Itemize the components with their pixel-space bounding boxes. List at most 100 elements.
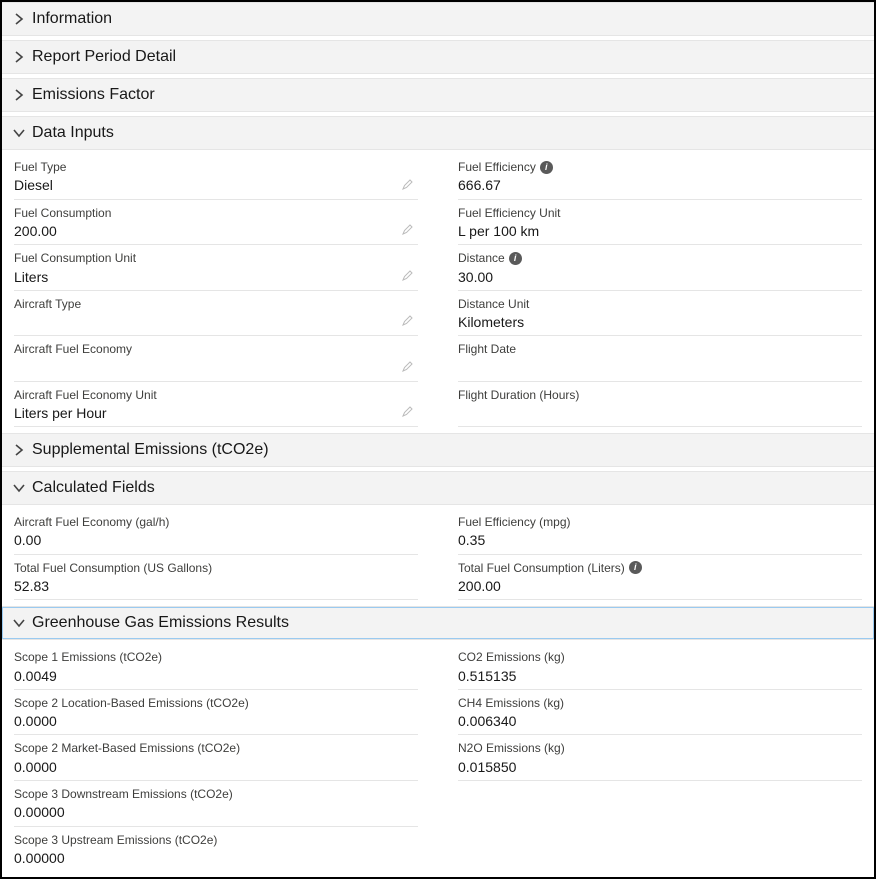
pencil-icon[interactable] <box>402 314 414 329</box>
field-value: Diesel <box>14 176 418 194</box>
section-header-report-period-detail[interactable]: Report Period Detail <box>2 40 874 74</box>
chevron-down-icon <box>12 126 26 140</box>
field-fuel-efficiency-unit[interactable]: Fuel Efficiency Unit L per 100 km <box>458 200 862 246</box>
field-value: 200.00 <box>458 577 862 595</box>
field-label: Fuel Consumption <box>14 206 418 220</box>
field-value: Liters <box>14 268 418 286</box>
field-fuel-type[interactable]: Fuel Type Diesel <box>14 154 418 200</box>
pencil-icon[interactable] <box>402 178 414 193</box>
section-title: Supplemental Emissions (tCO2e) <box>32 441 269 459</box>
field-value: 0.0049 <box>14 667 418 685</box>
field-label: Distance i <box>458 251 862 265</box>
section-title: Data Inputs <box>32 124 114 142</box>
field-label: Fuel Efficiency Unit <box>458 206 862 220</box>
section-header-information[interactable]: Information <box>2 2 874 36</box>
field-scope2-location-emissions: Scope 2 Location-Based Emissions (tCO2e)… <box>14 690 418 736</box>
field-label: N2O Emissions (kg) <box>458 741 862 755</box>
field-total-fuel-consumption-us-gallons: Total Fuel Consumption (US Gallons) 52.8… <box>14 555 418 601</box>
label-text: Total Fuel Consumption (Liters) <box>458 561 625 575</box>
field-label: Aircraft Fuel Economy (gal/h) <box>14 515 418 529</box>
label-text: Fuel Efficiency <box>458 160 536 174</box>
field-label: Aircraft Fuel Economy <box>14 342 418 356</box>
field-value: 0.00 <box>14 531 418 549</box>
field-scope1-emissions: Scope 1 Emissions (tCO2e) 0.0049 <box>14 644 418 690</box>
field-value: Kilometers <box>458 313 862 331</box>
pencil-icon[interactable] <box>402 360 414 375</box>
section-title: Information <box>32 10 112 28</box>
field-distance-unit[interactable]: Distance Unit Kilometers <box>458 291 862 337</box>
field-label: Aircraft Fuel Economy Unit <box>14 388 418 402</box>
field-co2-emissions: CO2 Emissions (kg) 0.515135 <box>458 644 862 690</box>
info-icon[interactable]: i <box>509 252 522 265</box>
field-value: Liters per Hour <box>14 404 418 422</box>
chevron-down-icon <box>12 481 26 495</box>
field-value <box>14 359 418 377</box>
field-scope2-market-emissions: Scope 2 Market-Based Emissions (tCO2e) 0… <box>14 735 418 781</box>
chevron-right-icon <box>12 88 26 102</box>
field-value: 0.00000 <box>14 803 418 821</box>
section-title: Report Period Detail <box>32 48 176 66</box>
section-header-data-inputs[interactable]: Data Inputs <box>2 116 874 150</box>
field-value: 0.00000 <box>14 849 418 867</box>
field-aircraft-fuel-economy-galh: Aircraft Fuel Economy (gal/h) 0.00 <box>14 509 418 555</box>
field-flight-date[interactable]: Flight Date <box>458 336 862 381</box>
chevron-right-icon <box>12 443 26 457</box>
field-fuel-consumption[interactable]: Fuel Consumption 200.00 <box>14 200 418 246</box>
field-value <box>458 359 862 377</box>
field-value: 0.515135 <box>458 667 862 685</box>
info-icon[interactable]: i <box>629 561 642 574</box>
pencil-icon[interactable] <box>402 269 414 284</box>
field-label: Flight Date <box>458 342 862 356</box>
chevron-down-icon <box>12 616 26 630</box>
field-n2o-emissions: N2O Emissions (kg) 0.015850 <box>458 735 862 781</box>
field-label: Scope 2 Location-Based Emissions (tCO2e) <box>14 696 418 710</box>
info-icon[interactable]: i <box>540 161 553 174</box>
field-fuel-efficiency[interactable]: Fuel Efficiency i 666.67 <box>458 154 862 200</box>
field-aircraft-type[interactable]: Aircraft Type <box>14 291 418 336</box>
field-value: 52.83 <box>14 577 418 595</box>
field-label: Total Fuel Consumption (US Gallons) <box>14 561 418 575</box>
pencil-icon[interactable] <box>402 405 414 420</box>
calculated-fields-left-column: Aircraft Fuel Economy (gal/h) 0.00 Total… <box>14 509 418 600</box>
field-label: Total Fuel Consumption (Liters) i <box>458 561 862 575</box>
pencil-icon[interactable] <box>402 223 414 238</box>
field-label: CO2 Emissions (kg) <box>458 650 862 664</box>
data-inputs-right-column: Fuel Efficiency i 666.67 Fuel Efficiency… <box>458 154 862 427</box>
label-text: Distance <box>458 251 505 265</box>
field-label: Fuel Efficiency i <box>458 160 862 174</box>
section-header-calculated-fields[interactable]: Calculated Fields <box>2 471 874 505</box>
field-flight-duration[interactable]: Flight Duration (Hours) <box>458 382 862 427</box>
field-aircraft-fuel-economy-unit[interactable]: Aircraft Fuel Economy Unit Liters per Ho… <box>14 382 418 428</box>
field-value: 666.67 <box>458 176 862 194</box>
field-label: Scope 3 Downstream Emissions (tCO2e) <box>14 787 418 801</box>
calculated-fields-body: Aircraft Fuel Economy (gal/h) 0.00 Total… <box>2 505 874 606</box>
field-ch4-emissions: CH4 Emissions (kg) 0.006340 <box>458 690 862 736</box>
field-value: L per 100 km <box>458 222 862 240</box>
section-title: Calculated Fields <box>32 479 155 497</box>
field-distance[interactable]: Distance i 30.00 <box>458 245 862 291</box>
field-aircraft-fuel-economy[interactable]: Aircraft Fuel Economy <box>14 336 418 381</box>
field-fuel-efficiency-mpg: Fuel Efficiency (mpg) 0.35 <box>458 509 862 555</box>
field-label: Scope 3 Upstream Emissions (tCO2e) <box>14 833 418 847</box>
ghg-results-body: Scope 1 Emissions (tCO2e) 0.0049 Scope 2… <box>2 640 874 877</box>
field-label: Aircraft Type <box>14 297 418 311</box>
section-header-supplemental-emissions[interactable]: Supplemental Emissions (tCO2e) <box>2 433 874 467</box>
field-value: 0.015850 <box>458 758 862 776</box>
field-scope3-upstream-emissions: Scope 3 Upstream Emissions (tCO2e) 0.000… <box>14 827 418 872</box>
field-fuel-consumption-unit[interactable]: Fuel Consumption Unit Liters <box>14 245 418 291</box>
field-label: Fuel Efficiency (mpg) <box>458 515 862 529</box>
field-label: Distance Unit <box>458 297 862 311</box>
field-value: 0.006340 <box>458 712 862 730</box>
field-total-fuel-consumption-liters: Total Fuel Consumption (Liters) i 200.00 <box>458 555 862 601</box>
ghg-results-right-column: CO2 Emissions (kg) 0.515135 CH4 Emission… <box>458 644 862 871</box>
field-label: Scope 1 Emissions (tCO2e) <box>14 650 418 664</box>
field-value: 30.00 <box>458 268 862 286</box>
ghg-results-left-column: Scope 1 Emissions (tCO2e) 0.0049 Scope 2… <box>14 644 418 871</box>
calculated-fields-right-column: Fuel Efficiency (mpg) 0.35 Total Fuel Co… <box>458 509 862 600</box>
field-label: CH4 Emissions (kg) <box>458 696 862 710</box>
chevron-right-icon <box>12 12 26 26</box>
data-inputs-left-column: Fuel Type Diesel Fuel Consumption 200.00… <box>14 154 418 427</box>
section-header-ghg-results[interactable]: Greenhouse Gas Emissions Results <box>2 606 874 640</box>
section-header-emissions-factor[interactable]: Emissions Factor <box>2 78 874 112</box>
field-label: Scope 2 Market-Based Emissions (tCO2e) <box>14 741 418 755</box>
